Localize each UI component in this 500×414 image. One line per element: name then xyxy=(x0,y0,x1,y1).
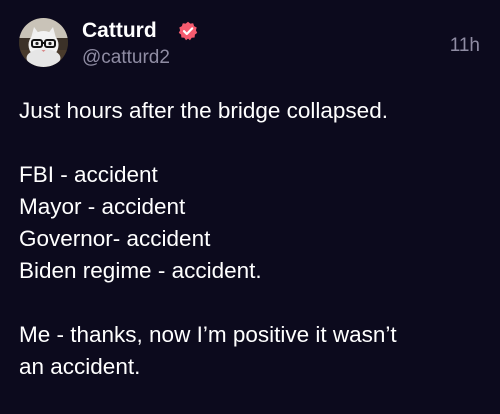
post-line-blank xyxy=(19,127,484,159)
post-line: Mayor - accident xyxy=(19,194,186,219)
author-avatar[interactable] xyxy=(19,18,68,67)
post-line: Me - thanks, now I’m positive it wasn’t xyxy=(19,322,397,347)
verified-badge-icon xyxy=(178,21,198,41)
post-body: Just hours after the bridge collapsed. F… xyxy=(19,95,484,383)
post-line-blank xyxy=(19,287,484,319)
author-handle[interactable]: @catturd2 xyxy=(82,47,170,69)
post-line: Governor- accident xyxy=(19,226,211,251)
author-display-name[interactable]: Catturd xyxy=(82,19,157,43)
post-line: Just hours after the bridge collapsed. xyxy=(19,98,388,123)
post-line: an accident. xyxy=(19,354,141,379)
post-timestamp[interactable]: 11h xyxy=(450,35,480,57)
post-line: FBI - accident xyxy=(19,162,158,187)
post-card: Catturd @catturd2 11h Just hours after t… xyxy=(0,0,500,414)
post-line: Biden regime - accident. xyxy=(19,258,262,283)
cat-avatar-icon xyxy=(19,18,68,67)
